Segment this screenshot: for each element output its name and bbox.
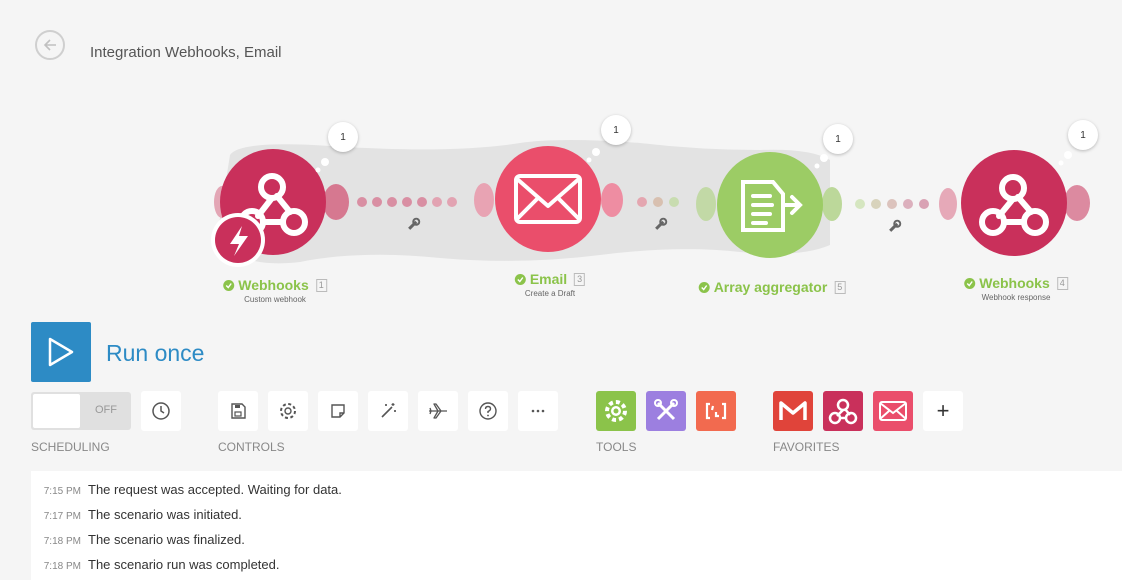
gear-icon	[280, 403, 296, 419]
module-id: 3	[574, 272, 586, 286]
favorites-section-label: FAVORITES	[773, 440, 840, 454]
gmail-icon	[779, 401, 807, 420]
check-icon	[223, 279, 235, 291]
execution-log[interactable]: 7:15 PM The request was accepted. Waitin…	[31, 471, 1122, 580]
log-entry: 7:15 PM The request was accepted. Waitin…	[31, 482, 342, 497]
module-subtitle: Create a Draft	[524, 289, 576, 298]
scenario-settings-button[interactable]	[268, 391, 308, 431]
add-favorite-button[interactable]: +	[923, 391, 963, 431]
scheduling-section-label: SCHEDULING	[31, 440, 110, 454]
log-entry: 7:18 PM The scenario was finalized.	[31, 532, 245, 547]
module-subtitle: Custom webhook	[244, 295, 306, 304]
module-label: Email 3 Create a Draft	[514, 271, 586, 298]
controls-section-label: CONTROLS	[218, 440, 285, 454]
magic-wand-icon	[381, 403, 396, 418]
save-button[interactable]	[218, 391, 258, 431]
tools-icon	[654, 399, 678, 421]
log-time: 7:18 PM	[43, 561, 81, 572]
log-message: The scenario was initiated.	[88, 507, 242, 522]
check-icon	[964, 277, 976, 289]
auto-align-button[interactable]	[368, 391, 408, 431]
module-name: Array aggregator	[713, 279, 828, 295]
module-id: 1	[315, 278, 327, 292]
help-icon	[479, 402, 497, 420]
notes-button[interactable]	[318, 391, 358, 431]
text-parser-icon	[705, 402, 727, 420]
favorite-email[interactable]	[873, 391, 913, 431]
log-message: The scenario run was completed.	[88, 557, 280, 572]
run-once-label[interactable]: Run once	[106, 340, 204, 367]
log-time: 7:17 PM	[43, 511, 81, 522]
check-icon	[514, 273, 526, 285]
connector-5-4	[855, 199, 929, 209]
module-label: Array aggregator 5	[698, 279, 846, 295]
log-entry: 7:17 PM The scenario was initiated.	[31, 507, 242, 522]
module-name: Webhooks	[979, 275, 1050, 291]
flow-control-gear-icon	[605, 400, 627, 422]
flow-control-tool[interactable]	[596, 391, 636, 431]
schedule-settings-button[interactable]	[141, 391, 181, 431]
module-name: Webhooks	[238, 277, 309, 293]
module-id: 5	[834, 280, 846, 294]
module-subtitle: Webhook response	[981, 293, 1051, 302]
play-icon	[48, 337, 74, 367]
note-icon	[331, 404, 345, 418]
log-message: The request was accepted. Waiting for da…	[88, 482, 342, 497]
toggle-state: OFF	[95, 404, 117, 416]
connector-3-5	[637, 197, 679, 207]
explain-flow-button[interactable]	[418, 391, 458, 431]
module-id: 4	[1056, 276, 1068, 290]
email-icon	[879, 401, 907, 421]
module-name: Email	[529, 271, 568, 287]
clock-icon	[152, 402, 170, 420]
operations-bubble[interactable]: 1	[601, 115, 631, 145]
operations-bubble[interactable]: 1	[823, 124, 853, 154]
favorite-gmail[interactable]	[773, 391, 813, 431]
log-message: The scenario was finalized.	[88, 532, 245, 547]
more-button[interactable]	[518, 391, 558, 431]
check-icon	[698, 281, 710, 293]
operations-bubble[interactable]: 1	[328, 122, 358, 152]
module-label: Webhooks 4 Webhook response	[964, 275, 1068, 302]
operations-bubble[interactable]: 1	[1068, 120, 1098, 150]
help-button[interactable]	[468, 391, 508, 431]
tools-tool[interactable]	[646, 391, 686, 431]
airplane-icon	[429, 403, 447, 419]
run-once-button[interactable]	[31, 322, 91, 382]
tools-section-label: TOOLS	[596, 440, 637, 454]
save-icon	[231, 403, 246, 419]
webhook-icon	[828, 398, 858, 425]
more-icon	[531, 409, 545, 413]
text-parser-tool[interactable]	[696, 391, 736, 431]
log-time: 7:18 PM	[43, 536, 81, 547]
favorite-webhooks[interactable]	[823, 391, 863, 431]
wrench-icon[interactable]	[888, 219, 902, 233]
scheduling-toggle[interactable]: OFF	[31, 392, 131, 430]
log-time: 7:15 PM	[43, 486, 81, 497]
module-email-3[interactable]	[495, 146, 601, 252]
log-entry: 7:18 PM The scenario run was completed.	[31, 557, 280, 572]
module-webhooks-4[interactable]	[961, 150, 1067, 256]
module-label: Webhooks 1 Custom webhook	[223, 277, 327, 304]
